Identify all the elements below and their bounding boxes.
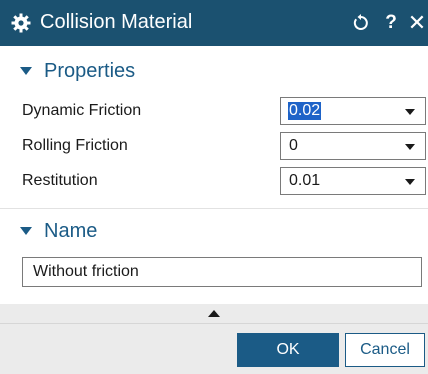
reset-icon[interactable] xyxy=(350,10,372,36)
ok-button[interactable]: OK xyxy=(237,333,339,367)
restitution-dropdown[interactable]: 0.01 xyxy=(280,167,426,195)
properties-section-title: Properties xyxy=(44,59,136,82)
dynamic-friction-dropdown[interactable]: 0.02 xyxy=(280,97,426,125)
caret-down-icon xyxy=(20,227,32,235)
close-button[interactable]: ✕ xyxy=(406,10,428,36)
restitution-value: 0.01 xyxy=(289,172,321,189)
gear-icon xyxy=(11,13,31,33)
chevron-up-icon xyxy=(208,310,220,317)
properties-section-header[interactable]: Properties xyxy=(0,54,428,88)
dropdown-arrow-icon xyxy=(405,179,415,185)
dialog-title: Collision Material xyxy=(40,11,193,33)
dropdown-arrow-icon xyxy=(405,109,415,115)
name-section-header[interactable]: Name xyxy=(0,214,428,248)
dialog-footer: OK Cancel xyxy=(0,304,428,374)
dialog-titlebar: Collision Material ? ✕ xyxy=(0,0,428,46)
rolling-friction-label: Rolling Friction xyxy=(22,137,128,154)
rolling-friction-value: 0 xyxy=(289,137,298,154)
dropdown-arrow-icon xyxy=(405,144,415,150)
section-divider xyxy=(0,208,428,209)
name-input[interactable] xyxy=(22,257,422,287)
help-button[interactable]: ? xyxy=(382,10,400,36)
name-section-title: Name xyxy=(44,219,98,242)
dynamic-friction-value: 0.02 xyxy=(288,102,322,120)
footer-divider xyxy=(0,323,428,324)
dynamic-friction-label: Dynamic Friction xyxy=(22,102,142,119)
collapse-bar[interactable] xyxy=(0,304,428,322)
caret-down-icon xyxy=(20,67,32,75)
restitution-label: Restitution xyxy=(22,172,98,189)
cancel-button[interactable]: Cancel xyxy=(345,333,425,367)
rolling-friction-dropdown[interactable]: 0 xyxy=(280,132,426,160)
